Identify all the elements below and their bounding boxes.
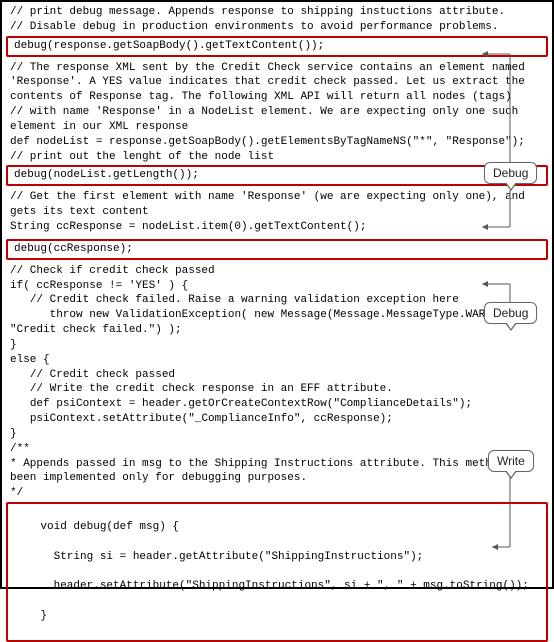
code-line: // Disable debug in production environme… <box>4 20 550 35</box>
code-line: else { <box>4 353 550 368</box>
code-line: } <box>40 610 47 622</box>
code-line: // Credit check passed <box>4 368 550 383</box>
code-line: // Check if credit check passed <box>4 264 550 279</box>
code-line: String ccResponse = nodeList.item(0).get… <box>4 220 550 235</box>
code-line: // The response XML sent by the Credit C… <box>4 61 550 106</box>
code-line: if( ccResponse != 'YES' ) { <box>4 279 550 294</box>
code-line: // Credit check failed. Raise a warning … <box>4 293 550 308</box>
code-line: } <box>4 427 550 442</box>
code-line: } <box>4 338 550 353</box>
code-line: */ <box>4 486 550 501</box>
code-line: // print debug message. Appends response… <box>4 5 550 20</box>
callout-debug-1: Debug <box>484 162 537 184</box>
code-line: void debug(def msg) { <box>40 521 179 533</box>
highlight-write-method: void debug(def msg) { String si = header… <box>6 502 548 642</box>
code-line: def nodeList = response.getSoapBody().ge… <box>4 135 550 150</box>
code-line: String si = header.getAttribute("Shippin… <box>40 551 423 563</box>
callout-debug-2: Debug <box>484 302 537 324</box>
code-line: * Appends passed in msg to the Shipping … <box>4 457 550 487</box>
code-line: header.setAttribute("ShippingInstruction… <box>40 580 528 592</box>
code-line: /** <box>4 442 550 457</box>
code-line: // Get the first element with name 'Resp… <box>4 190 550 220</box>
code-container: // print debug message. Appends response… <box>0 0 554 589</box>
code-line: // with name 'Response' in a NodeList el… <box>4 105 550 135</box>
code-line: // Write the credit check response in an… <box>4 382 550 397</box>
code-line: def psiContext = header.getOrCreateConte… <box>4 397 550 412</box>
code-line: // print out the lenght of the node list <box>4 150 550 165</box>
code-line: throw new ValidationException( new Messa… <box>4 308 550 338</box>
highlight-debug-2: debug(nodeList.getLength()); <box>6 165 548 186</box>
highlight-debug-3: debug(ccResponse); <box>6 239 548 260</box>
code-line: psiContext.setAttribute("_ComplianceInfo… <box>4 412 550 427</box>
highlight-debug-1: debug(response.getSoapBody().getTextCont… <box>6 36 548 57</box>
callout-write: Write <box>488 450 534 472</box>
